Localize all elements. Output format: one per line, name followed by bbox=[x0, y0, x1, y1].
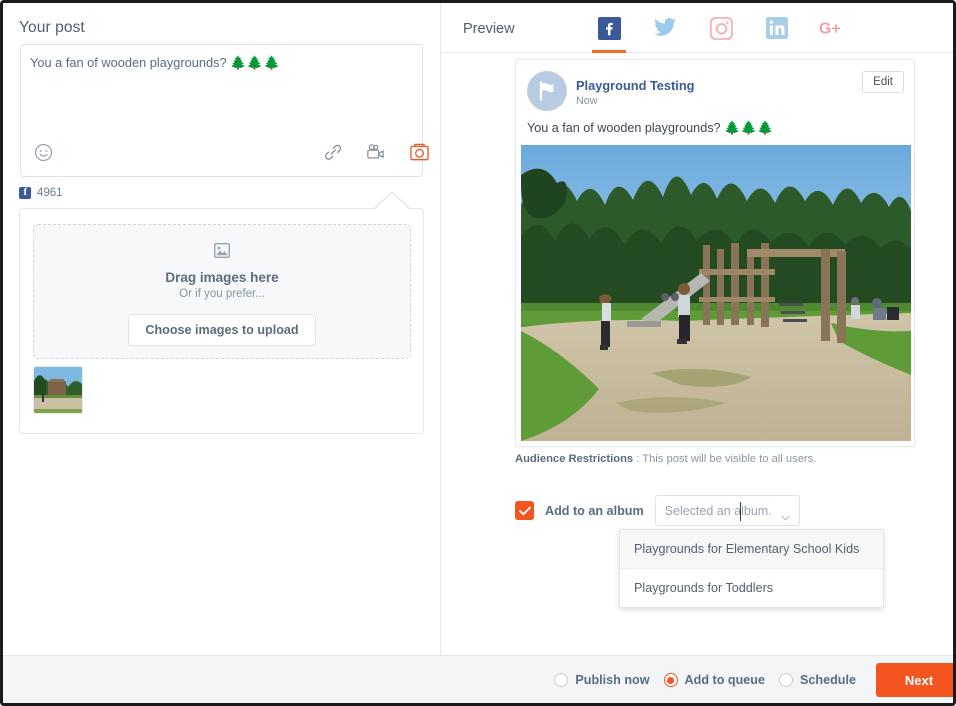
album-select[interactable]: Selected an album. bbox=[655, 495, 800, 526]
chevron-down-icon bbox=[781, 508, 790, 526]
post-timestamp: Now bbox=[576, 95, 598, 107]
album-option-0[interactable]: Playgrounds for Elementary School Kids bbox=[620, 530, 883, 569]
tree-emoji: 🌲🌲🌲 bbox=[230, 55, 280, 70]
linkedin-icon bbox=[766, 17, 788, 39]
choose-images-button[interactable]: Choose images to upload bbox=[128, 314, 315, 346]
footer-actions: Publish now Add to queue Schedule Next bbox=[554, 656, 953, 704]
radio-publish-now-label: Publish now bbox=[575, 673, 649, 687]
preview-panel: Preview bbox=[441, 3, 953, 655]
edit-button[interactable]: Edit bbox=[862, 71, 904, 93]
composer-text-value: You a fan of wooden playgrounds? bbox=[30, 55, 227, 70]
emoji-smiley-icon[interactable] bbox=[31, 140, 55, 164]
character-counter: 4961 bbox=[19, 187, 63, 199]
post-tree-emoji: 🌲🌲🌲 bbox=[724, 120, 774, 135]
uploaded-image-thumbnail[interactable] bbox=[33, 366, 83, 414]
preview-header: Preview bbox=[441, 3, 953, 53]
tab-facebook[interactable] bbox=[581, 3, 637, 53]
audience-value: This post will be visible to all users. bbox=[642, 453, 816, 465]
character-counter-value: 4961 bbox=[37, 187, 63, 199]
media-upload-card: Drag images here Or if you prefer... Cho… bbox=[19, 208, 424, 434]
audience-restrictions: Audience Restrictions : This post will b… bbox=[515, 453, 816, 465]
audience-label: Audience Restrictions bbox=[515, 453, 633, 465]
radio-publish-now[interactable]: Publish now bbox=[554, 673, 649, 687]
compose-panel: Your post You a fan of wooden playground… bbox=[3, 3, 440, 655]
post-preview-card: Playground Testing Now Edit You a fan of… bbox=[515, 59, 915, 447]
facebook-icon bbox=[598, 17, 621, 40]
composer-text[interactable]: You a fan of wooden playgrounds? 🌲🌲🌲 bbox=[30, 54, 415, 71]
composer-toolbar bbox=[21, 138, 422, 170]
twitter-icon bbox=[653, 17, 677, 39]
dropzone-title: Drag images here bbox=[165, 270, 278, 285]
flag-icon bbox=[535, 79, 559, 103]
next-button[interactable]: Next bbox=[876, 663, 956, 697]
radio-schedule-indicator[interactable] bbox=[779, 673, 793, 687]
svg-text:G+: G+ bbox=[819, 21, 841, 38]
facebook-icon bbox=[19, 187, 31, 199]
footer-bar: Publish now Add to queue Schedule Next bbox=[3, 655, 953, 703]
preview-label: Preview bbox=[463, 21, 515, 37]
avatar bbox=[527, 71, 567, 111]
post-composer[interactable]: You a fan of wooden playgrounds? 🌲🌲🌲 bbox=[20, 44, 423, 177]
radio-add-to-queue[interactable]: Add to queue bbox=[664, 673, 765, 687]
post-preview-image bbox=[521, 145, 911, 441]
social-network-tabs: G+ bbox=[581, 3, 861, 53]
album-row: Add to an album Selected an album. bbox=[515, 495, 800, 526]
radio-add-to-queue-label: Add to queue bbox=[685, 673, 765, 687]
tab-linkedin[interactable] bbox=[749, 3, 805, 53]
camera-icon[interactable] bbox=[407, 140, 431, 164]
audience-separator: : bbox=[633, 453, 642, 465]
tab-instagram[interactable] bbox=[693, 3, 749, 53]
app-stage: Your post You a fan of wooden playground… bbox=[3, 3, 953, 703]
page-title: Your post bbox=[19, 19, 85, 37]
page-name[interactable]: Playground Testing bbox=[576, 78, 695, 93]
dropzone-subtitle: Or if you prefer... bbox=[179, 288, 265, 300]
album-select-value: Selected an album. bbox=[665, 504, 772, 518]
radio-schedule[interactable]: Schedule bbox=[779, 673, 856, 687]
add-to-album-label: Add to an album bbox=[545, 504, 644, 518]
image-placeholder-icon bbox=[214, 243, 230, 263]
link-icon[interactable] bbox=[321, 140, 345, 164]
googleplus-icon: G+ bbox=[819, 18, 847, 38]
screenshot-root: Your post You a fan of wooden playground… bbox=[0, 0, 956, 706]
radio-add-to-queue-indicator[interactable] bbox=[664, 673, 678, 687]
tab-googleplus[interactable]: G+ bbox=[805, 3, 861, 53]
album-dropdown-menu[interactable]: Playgrounds for Elementary School Kids P… bbox=[619, 529, 884, 608]
add-to-album-checkbox[interactable] bbox=[515, 501, 534, 520]
post-text-value: You a fan of wooden playgrounds? bbox=[527, 121, 721, 135]
album-option-1[interactable]: Playgrounds for Toddlers bbox=[620, 569, 883, 607]
radio-publish-now-indicator[interactable] bbox=[554, 673, 568, 687]
image-dropzone[interactable]: Drag images here Or if you prefer... Cho… bbox=[33, 224, 411, 359]
post-preview-text: You a fan of wooden playgrounds? 🌲🌲🌲 bbox=[527, 119, 902, 137]
video-camera-icon[interactable] bbox=[364, 140, 388, 164]
radio-schedule-label: Schedule bbox=[800, 673, 856, 687]
check-icon bbox=[519, 506, 531, 516]
instagram-icon bbox=[710, 17, 733, 40]
tab-twitter[interactable] bbox=[637, 3, 693, 53]
callout-arrow bbox=[375, 193, 409, 209]
text-cursor bbox=[740, 502, 741, 521]
